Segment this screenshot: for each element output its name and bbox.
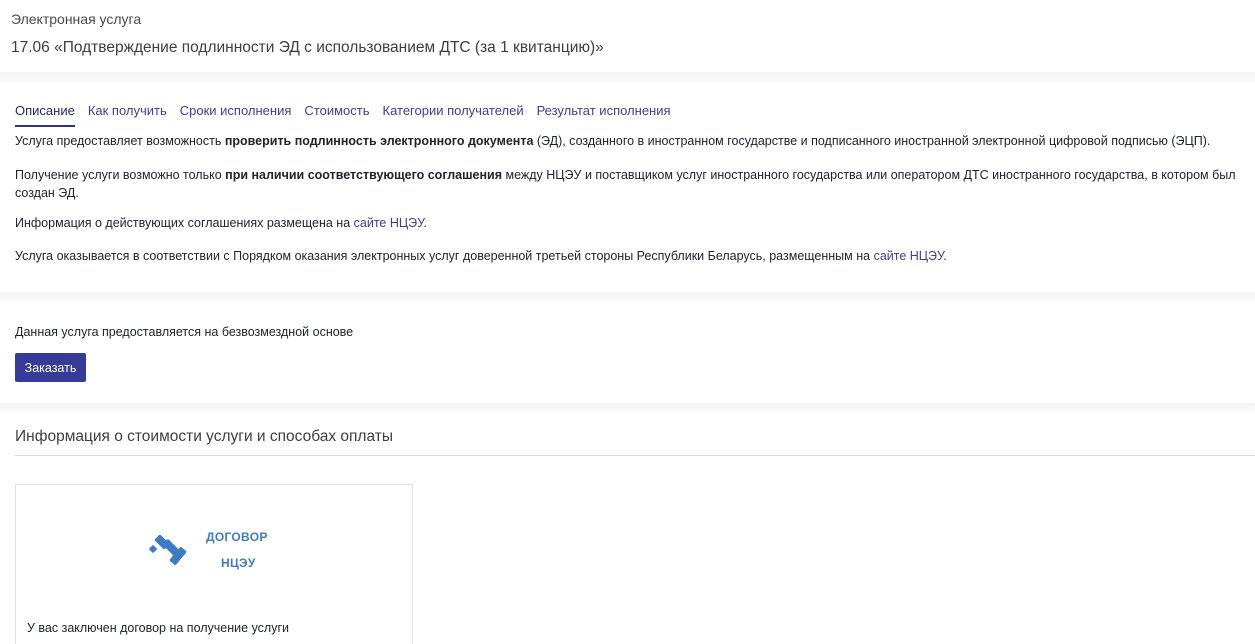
tab-cost[interactable]: Стоимость bbox=[304, 101, 369, 127]
tab-bar: Описание Как получить Сроки исполнения С… bbox=[15, 101, 684, 129]
page-title: 17.06 «Подтверждение подлинности ЭД с ис… bbox=[11, 39, 604, 56]
contract-logo-text: НЦЭУ bbox=[221, 556, 256, 570]
contract-card-text: У вас заключен договор на получение услу… bbox=[27, 621, 290, 635]
order-button[interactable]: Заказать bbox=[15, 353, 86, 382]
contract-payment-card[interactable]: ДОГОВОР НЦЭУ У вас заключен договор на п… bbox=[15, 484, 413, 644]
contract-logo-text: ДОГОВОР bbox=[206, 530, 268, 544]
section-divider bbox=[0, 292, 1255, 302]
tab-description[interactable]: Описание bbox=[15, 101, 75, 127]
tab-recipient-categories[interactable]: Категории получателей bbox=[383, 101, 524, 127]
payment-section-title: Информация о стоимости услуги и способах… bbox=[15, 428, 393, 445]
highlight-text: проверить подлинность электронного докум… bbox=[224, 134, 534, 148]
description-paragraph-2: Получение услуги возможно только при нал… bbox=[15, 168, 1236, 200]
section-divider bbox=[0, 72, 1255, 82]
service-header: Электронная услуга 17.06 «Подтверждение … bbox=[0, 0, 1255, 72]
description-paragraph-3: Информация о действующих соглашениях раз… bbox=[15, 216, 427, 230]
service-type-label: Электронная услуга bbox=[11, 11, 142, 27]
tab-deadlines[interactable]: Сроки исполнения bbox=[180, 101, 292, 127]
divider bbox=[15, 455, 1255, 456]
free-service-notice: Данная услуга предоставляется на безвозм… bbox=[15, 325, 354, 339]
tab-result[interactable]: Результат исполнения bbox=[537, 101, 671, 127]
nceu-site-link[interactable]: сайте НЦЭУ bbox=[874, 249, 944, 263]
highlight-text: при наличии соответствующего соглашения bbox=[225, 168, 503, 182]
section-divider bbox=[0, 403, 1255, 413]
nceu-site-link[interactable]: сайте НЦЭУ bbox=[354, 216, 424, 230]
tab-how-to-get[interactable]: Как получить bbox=[88, 101, 167, 127]
description-paragraph-4: Услуга оказывается в соответствии с Поря… bbox=[15, 249, 947, 263]
description-paragraph-1: Услуга предоставляет возможность провери… bbox=[15, 134, 1211, 148]
contract-logo-icon bbox=[149, 534, 187, 565]
